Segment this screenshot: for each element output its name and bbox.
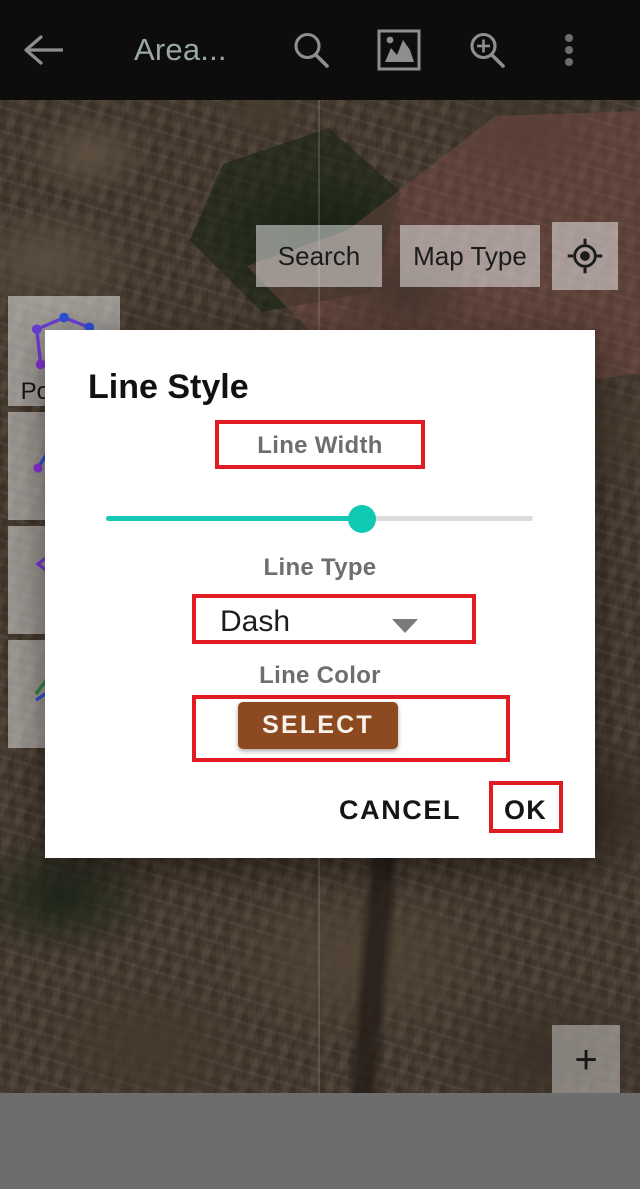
line-type-dropdown[interactable]: Dash xyxy=(196,597,476,651)
line-type-label: Line Type xyxy=(263,554,377,581)
more-vertical-icon xyxy=(564,30,573,70)
cancel-button[interactable]: CANCEL xyxy=(339,795,461,826)
map-search-label: Search xyxy=(277,240,361,271)
my-location-button[interactable] xyxy=(552,222,618,290)
overflow-menu-button[interactable] xyxy=(531,0,607,100)
slider-thumb[interactable] xyxy=(348,505,377,533)
ok-button[interactable]: OK xyxy=(504,795,547,826)
dialog-title: Line Style xyxy=(88,368,249,406)
search-button[interactable] xyxy=(267,0,355,100)
line-width-slider[interactable] xyxy=(106,498,533,538)
line-color-select-label: SELECT xyxy=(262,711,374,739)
chevron-down-icon xyxy=(392,619,418,633)
zoom-in-button[interactable]: + xyxy=(552,1025,620,1093)
map-type-button[interactable]: Map Type xyxy=(400,225,540,287)
map-zoom-controls[interactable]: + — xyxy=(552,1025,620,1093)
system-navigation-bar xyxy=(0,1093,640,1189)
line-color-select-button[interactable]: SELECT xyxy=(238,702,398,749)
back-button[interactable] xyxy=(0,0,88,100)
line-color-label: Line Color xyxy=(259,662,381,689)
line-type-value: Dash xyxy=(220,605,291,638)
map-layers-icon xyxy=(377,29,421,71)
app-bar-title: Area... xyxy=(134,32,227,67)
slider-fill xyxy=(106,516,363,521)
zoom-search-button[interactable] xyxy=(443,0,531,100)
line-style-dialog: Line Style Line Width Line Type Dash Lin… xyxy=(45,330,595,858)
zoom-in-search-icon xyxy=(470,32,505,68)
search-icon xyxy=(294,32,329,68)
app-screen: Search Map Type + Area... Line Style Lin… xyxy=(0,0,640,1189)
map-type-button-toolbar[interactable] xyxy=(355,0,443,100)
arrow-left-icon xyxy=(24,35,63,65)
line-width-label: Line Width xyxy=(257,432,383,459)
my-location-icon xyxy=(567,238,603,274)
app-bar: Area... xyxy=(0,0,640,100)
map-search-button[interactable]: Search xyxy=(256,225,382,287)
map-type-label: Map Type xyxy=(413,240,527,271)
